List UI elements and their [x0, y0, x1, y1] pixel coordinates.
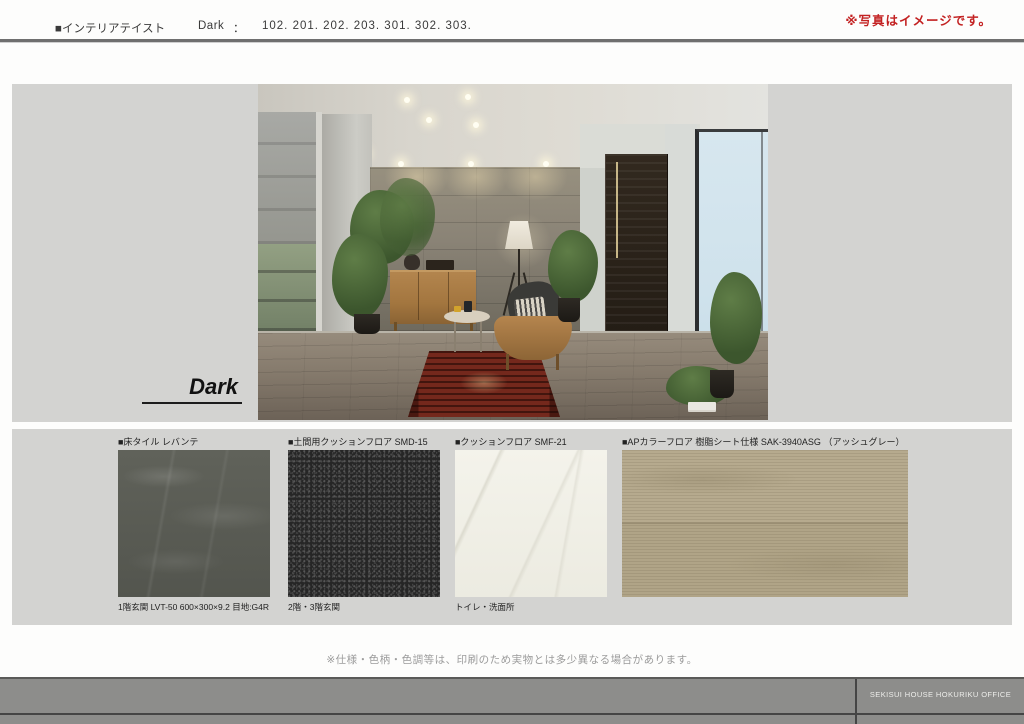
chair-leg	[556, 354, 559, 370]
chair-leg	[506, 354, 509, 370]
roman-shade	[258, 112, 320, 244]
living-room-photo	[258, 84, 768, 420]
print-disclaimer-note: ※仕様・色柄・色調等は、印刷のため実物とは多少異なる場合があります。	[0, 652, 1024, 667]
taste-separator: ：	[233, 20, 245, 36]
swatch-ash-grey-wood-floor	[622, 450, 908, 597]
sideboard-seam	[418, 272, 419, 320]
material-samples-panel: ■床タイル レバンテ ■土間用クッションフロア SMD-15 ■クッションフロア…	[12, 429, 1012, 625]
office-name: SEKISUI HOUSE HOKURIKU OFFICE	[857, 690, 1024, 699]
door-light-strip	[616, 162, 618, 258]
swatch-white-marble-floor	[455, 450, 607, 597]
stacked-books	[688, 402, 716, 410]
sample-caption-entrance-1f: 1階玄関 LVT-50 600×300×9.2 目地:G4R	[118, 601, 269, 613]
footer-vertical-rule	[855, 679, 857, 724]
sample-label-cushion-floor: ■クッションフロア SMF-21	[455, 435, 567, 448]
downlight-icon	[473, 122, 479, 128]
plant-pot	[558, 298, 580, 322]
side-table-leg	[480, 320, 482, 352]
sample-label-floor-tile: ■床タイル レバンテ	[118, 435, 198, 448]
header-divider	[0, 39, 1024, 43]
sample-label-doma-cushion-floor: ■土間用クッションフロア SMD-15	[288, 435, 428, 448]
downlight-icon	[404, 97, 410, 103]
sideboard-leg	[470, 322, 473, 331]
swatch-dark-stone-tile	[118, 450, 270, 597]
footer-horizontal-rule	[0, 713, 1024, 715]
photo-disclaimer-note: ※写真はイメージです。	[845, 10, 992, 29]
interior-taste-heading: ■インテリアテイスト	[55, 20, 165, 36]
plant-pot	[354, 314, 380, 334]
sample-label-ap-color-floor: ■APカラーフロア 樹脂シート仕様 SAK-3940ASG （アッシュグレー）	[622, 435, 904, 448]
taste-name: Dark	[198, 20, 224, 32]
sample-caption-entrance-2f-3f: 2階・3階玄関	[288, 601, 340, 613]
photo-panel: Dark	[12, 84, 1012, 422]
spec-sheet-page: ■インテリアテイスト Dark ： 102. 201. 202. 203. 30…	[0, 0, 1024, 724]
entry-door	[605, 154, 668, 333]
downlight-icon	[426, 117, 432, 123]
plant-pot	[710, 370, 734, 398]
sideboard-leg	[394, 322, 397, 331]
cup	[454, 306, 461, 312]
swatch-dark-speckled-floor	[288, 450, 440, 597]
sample-caption-toilet-washroom: トイレ・洗面所	[455, 601, 515, 613]
taste-label-underlined: Dark	[142, 374, 242, 404]
mug	[464, 301, 472, 312]
footer-bar: SEKISUI HOUSE HOKURIKU OFFICE	[0, 677, 1024, 724]
kilim-rug	[408, 351, 560, 417]
side-table-leg	[454, 320, 456, 352]
radio-on-sideboard	[426, 260, 454, 270]
downlight-icon	[465, 94, 471, 100]
bonsai-decor	[404, 254, 420, 270]
photo-right-wall	[665, 124, 697, 332]
room-numbers: 102. 201. 202. 203. 301. 302. 303.	[262, 20, 472, 32]
